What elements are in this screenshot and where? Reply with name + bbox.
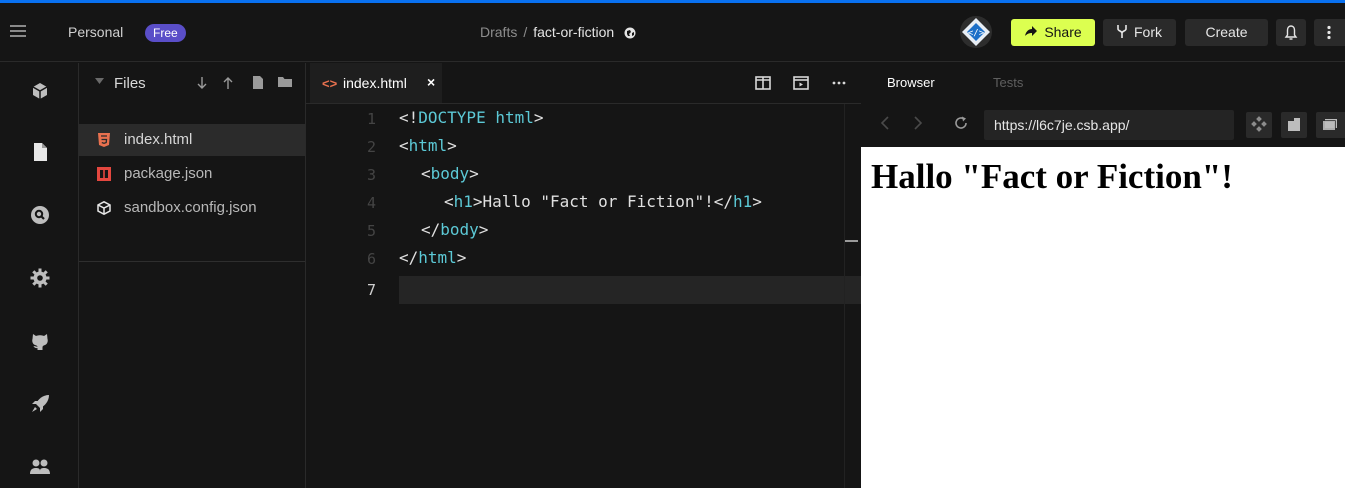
editor-minimap-edge: [844, 104, 845, 488]
fork-icon: [1117, 25, 1127, 38]
upload-arrow-icon[interactable]: [222, 76, 234, 90]
extensions-icon[interactable]: [1246, 112, 1272, 138]
code-line-1[interactable]: <!DOCTYPE html>: [399, 108, 544, 127]
scrollbar-marker[interactable]: [845, 240, 858, 242]
current-line-highlight: [399, 276, 861, 304]
tab-label: index.html: [343, 75, 407, 91]
code-line-2[interactable]: <html>: [399, 136, 457, 155]
split-view-icon[interactable]: [755, 75, 771, 91]
sandbox-info-icon[interactable]: [30, 81, 50, 101]
reload-icon[interactable]: [953, 115, 969, 131]
create-button[interactable]: Create: [1185, 19, 1268, 46]
sandbox-name[interactable]: fact-or-fiction: [533, 24, 614, 40]
explorer-divider: [79, 261, 305, 262]
deploy-rocket-icon[interactable]: [30, 394, 50, 414]
file-name: package.json: [124, 165, 213, 182]
code-line-5[interactable]: </body>: [421, 220, 488, 239]
tab-index-html[interactable]: <> index.html ×: [310, 63, 442, 103]
share-button[interactable]: Share: [1011, 19, 1095, 46]
breadcrumb: Drafts / fact-or-fiction: [480, 24, 636, 40]
share-arrow-icon: [1024, 26, 1038, 37]
line-number: 4: [366, 194, 376, 212]
code-line-4[interactable]: <h1>Hallo "Fact or Fiction"!</h1>: [444, 192, 762, 211]
tab-browser[interactable]: Browser: [887, 75, 935, 90]
npm-icon: [97, 167, 111, 181]
preview-iframe[interactable]: Hallo "Fact or Fiction"!: [861, 147, 1345, 488]
codesandbox-extension-icon[interactable]: </>: [959, 15, 993, 49]
live-collaboration-icon[interactable]: [30, 457, 50, 477]
new-folder-icon[interactable]: [278, 76, 292, 90]
file-explorer-icon[interactable]: [30, 142, 50, 162]
line-number: 1: [366, 110, 376, 128]
open-new-window-icon[interactable]: [1281, 112, 1307, 138]
forward-chevron-icon[interactable]: [913, 115, 923, 131]
settings-gear-icon[interactable]: [30, 268, 50, 288]
notifications-button[interactable]: [1276, 19, 1306, 46]
search-icon[interactable]: [30, 205, 50, 225]
files-section-title[interactable]: Files: [114, 75, 146, 92]
globe-icon[interactable]: [624, 27, 636, 39]
close-tab-icon[interactable]: ×: [427, 74, 435, 90]
line-number: 2: [366, 138, 376, 156]
code-line-3[interactable]: <body>: [421, 164, 479, 183]
activity-bar: [0, 63, 79, 488]
menu-icon[interactable]: [10, 25, 26, 39]
sort-down-arrow-icon[interactable]: [196, 76, 208, 90]
line-number: 6: [366, 250, 376, 268]
back-chevron-icon[interactable]: [880, 115, 890, 131]
html5-icon: [97, 133, 111, 147]
github-icon[interactable]: [30, 331, 50, 351]
top-accent-line: [0, 0, 1345, 3]
more-options-button[interactable]: [1314, 19, 1345, 46]
rendered-heading: Hallo "Fact or Fiction"!: [871, 157, 1233, 196]
vertical-dots-icon: [1327, 25, 1331, 40]
preview-window-icon[interactable]: [793, 75, 809, 91]
tab-tests[interactable]: Tests: [993, 75, 1023, 90]
breadcrumb-folder[interactable]: Drafts: [480, 24, 517, 40]
file-name: sandbox.config.json: [124, 199, 257, 216]
file-item-package-json[interactable]: package.json: [79, 158, 305, 190]
devtools-window-icon[interactable]: [1316, 112, 1345, 138]
code-line-6[interactable]: </html>: [399, 248, 466, 267]
caret-down-icon[interactable]: [95, 78, 104, 85]
file-item-index-html[interactable]: index.html: [79, 124, 305, 156]
breadcrumb-separator: /: [523, 24, 528, 40]
svg-text:</>: </>: [968, 29, 985, 39]
line-number: 3: [366, 166, 376, 184]
code-brackets-icon: <>: [322, 76, 338, 91]
line-number: 5: [366, 222, 376, 240]
new-file-icon[interactable]: [253, 76, 265, 90]
file-item-sandbox-config-json[interactable]: sandbox.config.json: [79, 192, 305, 224]
url-text: https://l6c7je.csb.app/: [994, 117, 1130, 133]
fork-button[interactable]: Fork: [1103, 19, 1176, 46]
address-bar[interactable]: https://l6c7je.csb.app/: [984, 110, 1234, 140]
bell-icon: [1284, 25, 1298, 40]
file-name: index.html: [124, 131, 193, 148]
codesandbox-cube-icon: [97, 201, 111, 215]
plan-badge: Free: [145, 24, 186, 42]
more-horizontal-icon[interactable]: [831, 75, 847, 91]
workspace-name[interactable]: Personal: [68, 24, 123, 40]
line-number-current: 7: [366, 281, 376, 299]
